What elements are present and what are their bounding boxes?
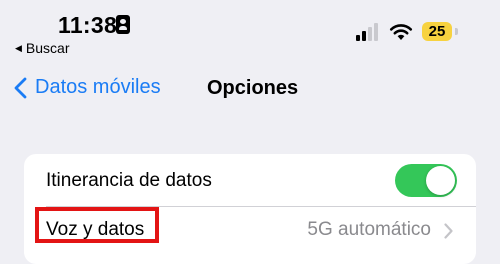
- back-to-app-link[interactable]: ◀ Buscar: [15, 40, 70, 56]
- battery-level: 25: [428, 23, 446, 40]
- battery-cap: [455, 28, 458, 35]
- status-time: 11:38: [58, 12, 118, 38]
- settings-row-voice-data[interactable]: Voz y datos 5G automático: [24, 206, 476, 258]
- person-id-icon: [116, 15, 130, 34]
- status-bar: 11:38 ◀ Buscar 25: [0, 0, 500, 60]
- back-button-label: Datos móviles: [35, 76, 161, 98]
- row-value: 5G automático: [307, 219, 431, 240]
- navigation-bar: Datos móviles Opciones: [0, 62, 500, 112]
- battery-icon: 25: [422, 22, 452, 41]
- cellular-signal-icon: [356, 23, 380, 41]
- toggle-knob: [426, 166, 455, 195]
- settings-group: Itinerancia de datos Voz y datos 5G auto…: [24, 154, 476, 264]
- row-label: Voz y datos: [46, 219, 145, 240]
- back-button[interactable]: Datos móviles: [14, 76, 161, 99]
- page-title: Opciones: [207, 77, 299, 99]
- row-label: Itinerancia de datos: [46, 170, 212, 191]
- wifi-icon: [389, 24, 413, 40]
- settings-row-data-roaming: Itinerancia de datos: [24, 154, 476, 206]
- back-to-app-label: Buscar: [25, 40, 70, 56]
- chevron-right-icon: [444, 223, 453, 239]
- back-triangle-icon: ◀: [15, 42, 22, 53]
- chevron-left-icon: [14, 77, 27, 98]
- data-roaming-toggle[interactable]: [395, 164, 457, 197]
